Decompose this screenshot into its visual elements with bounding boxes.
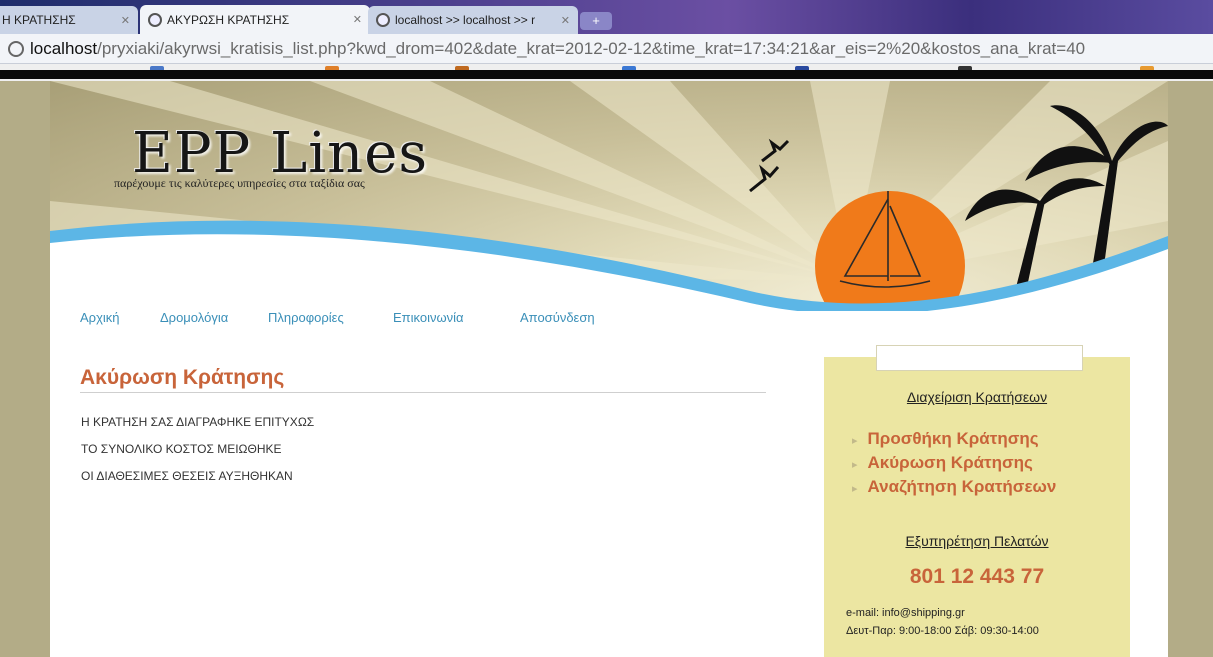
sidebar-heading-manage: Διαχείριση Κρατήσεων — [906, 389, 1048, 405]
nav-link-logout[interactable]: Αποσύνδεση — [520, 310, 595, 325]
sidebar-link-label: Ακύρωση Κράτησης — [867, 453, 1033, 472]
browser-tab[interactable]: Η ΚΡΑΤΗΣΗΣ ✕ — [0, 6, 138, 34]
sidebar: Διαχείριση Κρατήσεων ▸ Προσθήκη Κράτησης … — [824, 345, 1130, 657]
bullet-icon: ▸ — [852, 435, 858, 447]
sidebar-link-label: Αναζήτηση Κρατήσεων — [867, 477, 1057, 496]
support-hours: Δευτ-Παρ: 9:00-18:00 Σάβ: 09:30-14:00 — [846, 625, 1039, 637]
address-bar[interactable]: localhost/pryxiaki/akyrwsi_kratisis_list… — [0, 34, 1213, 64]
close-tab-icon[interactable]: ✕ — [121, 14, 130, 27]
page-favicon-icon — [148, 12, 162, 27]
bird-icon — [761, 138, 790, 163]
sidebar-link-label: Προσθήκη Κράτησης — [867, 429, 1039, 448]
browser-tab-active[interactable]: ΑΚΥΡΩΣΗ ΚΡΑΤΗΣΗΣ ✕ — [140, 5, 370, 34]
title-divider — [80, 392, 766, 393]
close-tab-icon[interactable]: ✕ — [353, 13, 362, 26]
url-host: localhost — [30, 38, 98, 58]
page-title: Ακύρωση Κράτησης — [80, 366, 285, 389]
support-email: e-mail: info@shipping.gr — [846, 607, 965, 619]
nav-link-contact[interactable]: Επικοινωνία — [393, 310, 464, 325]
sidebar-heading-support: Εξυπηρέτηση Πελατών — [905, 533, 1049, 549]
nav-link-info[interactable]: Πληροφορίες — [268, 310, 344, 325]
page-info-icon[interactable] — [8, 40, 24, 57]
bullet-icon: ▸ — [852, 483, 858, 495]
bookmarks-bar — [0, 64, 1213, 81]
browser-tab[interactable]: localhost >> localhost >> r ✕ — [368, 6, 578, 34]
status-message: ΟΙ ΔΙΑΘΕΣΙΜΕΣ ΘΕΣΕΙΣ ΑΥΞΗΘΗΚΑΝ — [81, 469, 293, 483]
sidebar-link-add-booking[interactable]: ▸ Προσθήκη Κράτησης — [852, 429, 1039, 449]
status-message: ΤΟ ΣΥΝΟΛΙΚΟ ΚΟΣΤΟΣ ΜΕΙΩΘΗΚΕ — [81, 442, 282, 456]
tab-title: localhost >> localhost >> r — [395, 13, 536, 27]
browser-tab-bar: Η ΚΡΑΤΗΣΗΣ ✕ ΑΚΥΡΩΣΗ ΚΡΑΤΗΣΗΣ ✕ localhos… — [0, 0, 1213, 34]
site-logo-subtitle: παρέχουμε τις καλύτερες υπηρεσίες στα τα… — [114, 176, 365, 190]
close-tab-icon[interactable]: ✕ — [561, 14, 570, 27]
sidebar-link-cancel-booking[interactable]: ▸ Ακύρωση Κράτησης — [852, 453, 1033, 473]
nav-link-home[interactable]: Αρχική — [80, 310, 120, 325]
bullet-icon: ▸ — [852, 459, 858, 471]
site-header: EPP Lines παρέχουμε τις καλύτερες υπηρεσ… — [50, 81, 1168, 311]
tab-title: ΑΚΥΡΩΣΗ ΚΡΑΤΗΣΗΣ — [167, 12, 290, 27]
sun-rays-graphic — [50, 81, 1168, 311]
nav-link-routes[interactable]: Δρομολόγια — [160, 310, 228, 325]
web-page: EPP Lines παρέχουμε τις καλύτερες υπηρεσ… — [0, 81, 1213, 657]
bookmarks-overlay-bar — [0, 70, 1213, 79]
sidebar-link-search-bookings[interactable]: ▸ Αναζήτηση Κρατήσεων — [852, 477, 1056, 497]
support-phone: 801 12 443 77 — [909, 565, 1045, 588]
sidebar-search-box[interactable] — [876, 345, 1083, 371]
tab-title: Η ΚΡΑΤΗΣΗΣ — [2, 13, 76, 27]
url-text[interactable]: localhost/pryxiaki/akyrwsi_kratisis_list… — [30, 39, 1085, 59]
url-path: /pryxiaki/akyrwsi_kratisis_list.php?kwd_… — [97, 38, 1086, 58]
status-message: Η ΚΡΑΤΗΣΗ ΣΑΣ ΔΙΑΓΡΑΦΗΚΕ ΕΠΙΤΥΧΩΣ — [81, 415, 315, 429]
page-favicon-icon — [376, 13, 390, 27]
new-tab-button[interactable]: + — [580, 12, 612, 30]
